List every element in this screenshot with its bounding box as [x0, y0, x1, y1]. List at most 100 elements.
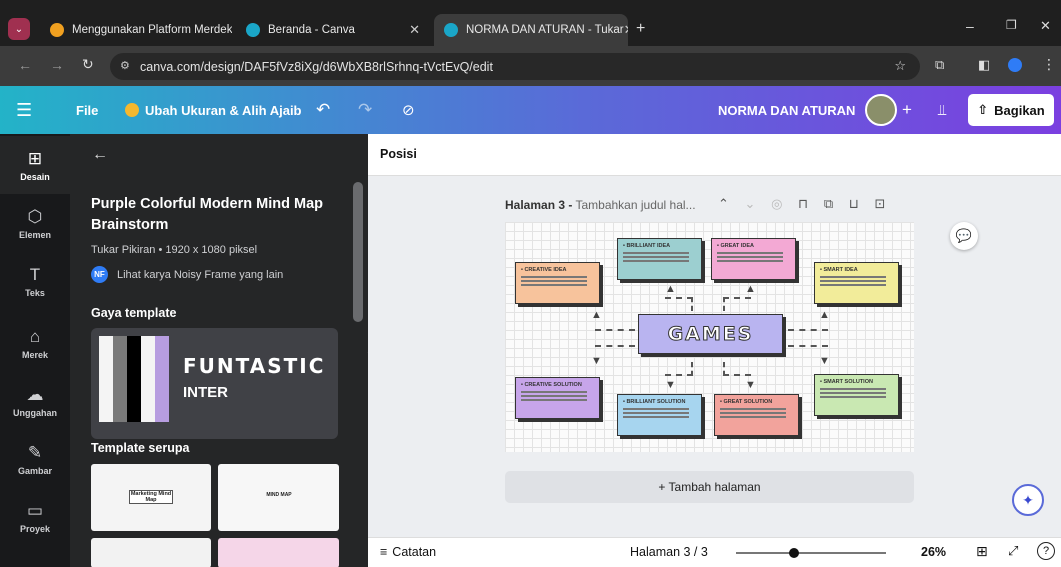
move-page-down-icon[interactable]: ⌄ — [745, 196, 756, 211]
magic-assistant-button[interactable]: ✦ — [1012, 484, 1044, 516]
rail-item-elemen[interactable]: ⬡ Elemen — [0, 194, 70, 252]
rail-item-desain[interactable]: ⊞ Desain — [0, 136, 70, 194]
template-title: Purple Colorful Modern Mind Map Brainsto… — [91, 196, 323, 233]
template-thumbnail[interactable]: MIND MAP — [218, 464, 339, 531]
browser-tab[interactable]: Beranda - Canva ✕ — [236, 14, 430, 46]
insights-icon[interactable]: ⫫ — [938, 86, 946, 134]
new-tab-button[interactable]: + — [636, 20, 645, 38]
delete-page-icon[interactable]: ⊔ — [849, 196, 859, 211]
crown-icon — [125, 103, 139, 117]
position-button[interactable]: Posisi — [380, 147, 417, 161]
document-title[interactable]: NORMA DAN ATURAN — [718, 86, 855, 134]
cloud-saved-icon[interactable]: ⊘ — [402, 86, 415, 134]
mind-map-node[interactable]: • BRILLIANT IDEA — [617, 238, 702, 280]
forward-icon[interactable]: → — [50, 57, 64, 73]
undo-icon[interactable]: ↶ — [316, 86, 330, 134]
rail-label: Desain — [20, 171, 50, 182]
mind-map-node[interactable]: • GREAT SOLUTION — [714, 394, 799, 436]
share-button[interactable]: ⇧ Bagikan — [968, 94, 1054, 126]
url-input[interactable]: ⚙ canva.com/design/DAF5fVz8iXg/d6WbXB8rl… — [110, 53, 920, 80]
rail-item-merek[interactable]: ⌂ Merek — [0, 314, 70, 372]
comment-button[interactable]: 💬 — [950, 222, 978, 250]
menu-icon[interactable]: ⋮ — [1042, 56, 1056, 73]
grid-view-icon[interactable]: ⊞ — [976, 543, 988, 560]
notes-icon: ≡ — [380, 545, 388, 559]
browser-tab-bar: ⌄ Menggunakan Platform Merdek ✕ Beranda … — [0, 0, 1061, 46]
shapes-icon: ⬡ — [27, 206, 43, 226]
hide-page-icon[interactable]: ◎ — [771, 196, 782, 211]
browser-tab-active[interactable]: NORMA DAN ATURAN - Tukar ✕ — [434, 14, 628, 46]
magic-resize-button[interactable]: Ubah Ukuran & Alih Ajaib — [125, 86, 302, 134]
canva-favicon-icon — [246, 23, 260, 37]
add-collaborator-icon[interactable]: + — [902, 86, 912, 134]
redo-icon[interactable]: ↷ — [358, 86, 372, 134]
color-swatch — [99, 336, 113, 422]
zoom-value[interactable]: 26% — [921, 545, 946, 559]
thumbnail-label: MIND MAP — [266, 492, 292, 498]
tab-search-button[interactable]: ⌄ — [8, 18, 30, 40]
arrow-down-icon: ▼ — [665, 379, 676, 391]
back-arrow-icon[interactable]: ← — [92, 146, 108, 164]
mind-map-node[interactable]: • GREAT IDEA — [711, 238, 796, 280]
zoom-slider[interactable] — [736, 548, 886, 558]
mind-map-node[interactable]: • SMART SOLUTION — [814, 374, 899, 416]
rail-item-gambar[interactable]: ✎ Gambar — [0, 430, 70, 488]
mind-map-node[interactable]: • CREATIVE SOLUTION — [515, 377, 600, 419]
fullscreen-icon[interactable]: ⤢ — [1008, 543, 1018, 559]
duplicate-page-icon[interactable]: ⧉ — [824, 196, 833, 211]
minimize-icon[interactable]: – — [966, 18, 974, 34]
move-page-up-icon[interactable]: ⌃ — [718, 196, 729, 211]
arrow-down-icon: ▼ — [745, 379, 756, 391]
profile-icon[interactable] — [1008, 58, 1022, 72]
close-window-icon[interactable]: ✕ — [1040, 18, 1051, 34]
mind-map-node[interactable]: • BRILLIANT SOLUTION — [617, 394, 702, 436]
close-icon[interactable]: ✕ — [624, 22, 628, 38]
style-font-body: INTER — [183, 384, 228, 401]
file-menu-button[interactable]: File — [76, 86, 98, 134]
back-icon[interactable]: ← — [18, 57, 32, 73]
author-link[interactable]: Lihat karya Noisy Frame yang lain — [117, 269, 283, 281]
rail-item-teks[interactable]: T Teks — [0, 252, 70, 310]
node-title: • SMART SOLUTION — [820, 379, 873, 385]
template-style-card[interactable]: FUNTASTIC INTER — [91, 328, 338, 439]
rail-label: Elemen — [18, 229, 51, 240]
template-thumbnail[interactable] — [91, 538, 211, 567]
mind-map-node[interactable]: • SMART IDEA — [814, 262, 899, 304]
zoom-slider-knob[interactable] — [789, 548, 800, 558]
bookmark-star-icon[interactable]: ☆ — [894, 58, 906, 74]
browser-tab[interactable]: Menggunakan Platform Merdek ✕ — [40, 14, 232, 46]
magic-resize-label: Ubah Ukuran & Alih Ajaib — [145, 102, 302, 118]
close-icon[interactable]: ✕ — [409, 22, 420, 38]
sidepanel-icon[interactable]: ◧ — [978, 57, 990, 73]
design-page[interactable]: • CREATIVE IDEA • BRILLIANT IDEA • GREAT… — [505, 222, 914, 452]
rail-item-unggahan[interactable]: ☁ Unggahan — [0, 372, 70, 430]
template-thumbnail[interactable]: Marketing Mind Map — [91, 464, 211, 531]
help-icon[interactable]: ? — [1037, 542, 1055, 560]
hamburger-menu-icon[interactable]: ☰ — [16, 86, 32, 134]
color-swatch — [127, 336, 141, 422]
collaborator-avatar[interactable] — [865, 94, 897, 126]
page-title-input[interactable]: Tambahkan judul hal... — [575, 198, 695, 212]
lock-page-icon[interactable]: ⊓ — [798, 196, 808, 211]
connector-line — [788, 345, 828, 347]
rail-label: Gambar — [17, 465, 52, 476]
add-page-icon[interactable]: ⊡ — [875, 196, 886, 211]
restore-icon[interactable]: ❐ — [1006, 18, 1017, 32]
template-thumbnail[interactable] — [218, 538, 339, 567]
left-icon-rail: ⊞ Desain ⬡ Elemen T Teks ⌂ Merek ☁ Unggahan ✎… — [0, 134, 70, 567]
extensions-icon[interactable]: ⧉ — [935, 57, 944, 73]
page-indicator[interactable]: Halaman 3 / 3 — [630, 545, 708, 559]
center-title-box[interactable]: GAMES — [638, 314, 783, 354]
arrow-down-icon: ▼ — [819, 355, 830, 367]
mind-map-node[interactable]: • CREATIVE IDEA — [515, 262, 600, 304]
reload-icon[interactable]: ↻ — [82, 56, 94, 73]
panel-scrollbar[interactable] — [353, 182, 363, 322]
browser-address-bar: ← → ↻ ⚙ canva.com/design/DAF5fVz8iXg/d6W… — [0, 46, 1061, 86]
similar-heading: Template serupa — [91, 441, 190, 455]
folder-icon: ▭ — [26, 500, 44, 520]
rail-item-proyek[interactable]: ▭ Proyek — [0, 488, 70, 546]
site-info-icon[interactable]: ⚙ — [120, 59, 130, 72]
layout-icon: ⊞ — [27, 148, 43, 168]
add-page-button[interactable]: + Tambah halaman — [505, 471, 914, 503]
notes-button[interactable]: ≡ Catatan — [380, 545, 436, 559]
